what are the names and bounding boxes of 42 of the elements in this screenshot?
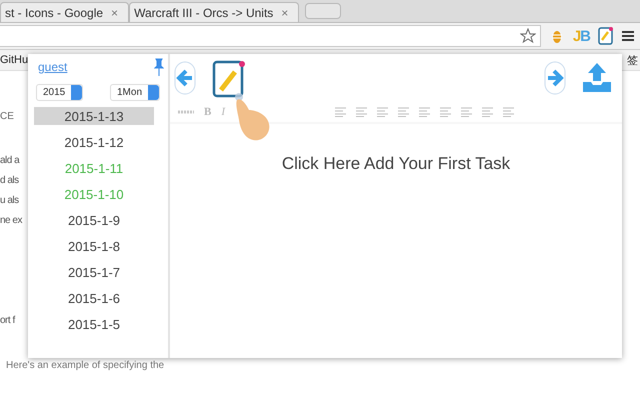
upload-icon[interactable]: [582, 62, 612, 94]
toolbar-icon[interactable]: [356, 107, 368, 117]
star-icon[interactable]: [520, 28, 536, 44]
year-select[interactable]: 2015: [36, 84, 84, 101]
pin-icon[interactable]: [154, 58, 164, 76]
toolbar-icon[interactable]: [440, 107, 452, 117]
date-item[interactable]: 2015-1-7: [34, 259, 154, 285]
menu-icon[interactable]: [622, 30, 634, 42]
notepad-icon[interactable]: [212, 58, 246, 98]
month-select[interactable]: 1Mon: [110, 84, 160, 101]
browser-tab[interactable]: st - Icons - Google ×: [0, 2, 130, 22]
format-icon[interactable]: [178, 108, 194, 116]
date-item[interactable]: 2015-1-8: [34, 233, 154, 259]
toolbar-icon[interactable]: [398, 107, 410, 117]
date-item[interactable]: 2015-1-13: [34, 107, 154, 125]
page-text: ne ex: [0, 215, 22, 227]
page-text: ort f: [0, 315, 15, 326]
close-icon[interactable]: ×: [111, 6, 118, 20]
page-text: u als: [0, 195, 20, 207]
page-text: d als: [0, 175, 20, 187]
toolbar-icon[interactable]: [419, 107, 430, 117]
toolbar-icon[interactable]: [377, 107, 388, 117]
toolbar-icon[interactable]: [482, 107, 494, 117]
bookmark-item[interactable]: 签: [627, 52, 638, 68]
date-item[interactable]: 2015-1-12: [34, 129, 154, 155]
date-item[interactable]: 2015-1-9: [34, 207, 154, 233]
toolbar-icon[interactable]: [503, 107, 514, 117]
browser-tab[interactable]: Warcraft III - Orcs -> Units ×: [129, 2, 300, 22]
page-text: ald a: [0, 155, 21, 167]
back-arrow-button[interactable]: [174, 61, 196, 95]
page-text: Here's an example of specifying the: [6, 360, 164, 371]
new-tab-button[interactable]: [305, 3, 342, 19]
bookmark-item[interactable]: GitHu: [0, 54, 28, 66]
notepad-icon[interactable]: [598, 27, 614, 45]
date-item[interactable]: 2015-1-6: [34, 285, 154, 311]
toolbar-icon[interactable]: [461, 107, 472, 117]
date-item[interactable]: 2015-1-5: [34, 311, 154, 337]
toolbar-icon[interactable]: [335, 107, 346, 117]
add-task-message[interactable]: Click Here Add Your First Task: [170, 154, 622, 174]
page-text: CE: [0, 111, 14, 122]
forward-arrow-button[interactable]: [544, 61, 566, 95]
close-icon[interactable]: ×: [281, 6, 288, 20]
